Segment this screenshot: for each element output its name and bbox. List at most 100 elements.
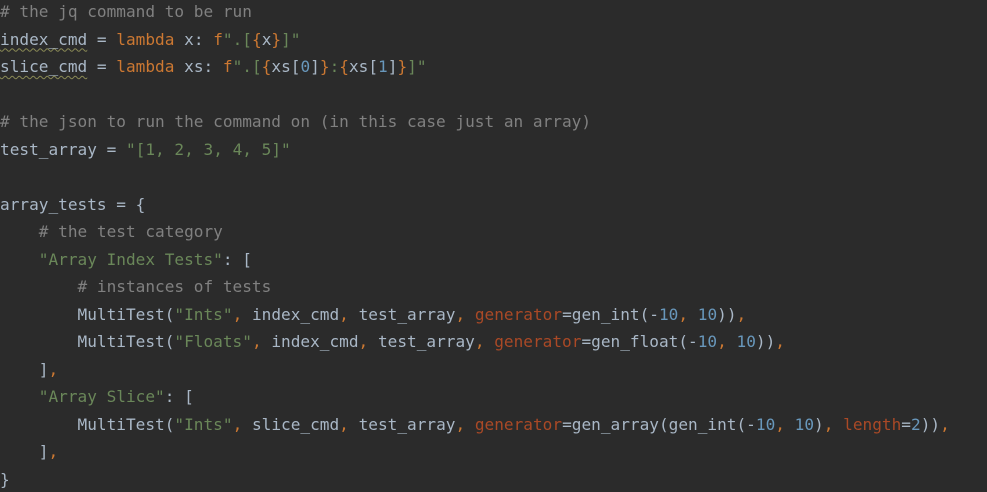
- code-token: }: [0, 469, 10, 489]
- code-line[interactable]: slice_cmd = lambda xs: f".[{xs[0]}:{xs[1…: [0, 53, 427, 81]
- code-token: "Array Slice": [38, 387, 165, 406]
- code-line[interactable]: array_tests = {: [0, 191, 145, 219]
- code-line[interactable]: ],: [0, 438, 58, 466]
- code-token: ,: [48, 359, 59, 379]
- code-token: generator: [494, 332, 582, 351]
- code-token: ,: [339, 304, 359, 324]
- code-editor[interactable]: # the jq command to be run index_cmd = la…: [0, 0, 987, 492]
- code-token: lambda: [116, 57, 175, 76]
- code-token: index_cmd: [251, 304, 340, 324]
- code-token: ".[: [222, 29, 252, 49]
- code-token: x: [261, 29, 272, 49]
- code-token: index_cmd: [0, 29, 88, 49]
- code-token: ,: [251, 332, 272, 351]
- code-token: {: [339, 57, 349, 76]
- code-token: ,: [775, 414, 795, 434]
- code-token: )): [755, 332, 776, 351]
- code-line[interactable]: ],: [0, 356, 58, 384]
- code-line[interactable]: MultiTest("Ints", slice_cmd, test_array,…: [0, 411, 950, 439]
- code-token: 0: [300, 57, 311, 76]
- code-token: =gen_int(-: [562, 304, 659, 324]
- code-token: =gen_float(-: [581, 332, 698, 351]
- code-line[interactable]: "Array Slice": [: [0, 383, 194, 411]
- code-token: test_array: [358, 414, 456, 434]
- code-token: ,: [717, 332, 737, 351]
- code-token: ,: [775, 332, 785, 351]
- code-token: ,: [455, 304, 475, 324]
- code-token: # instances of tests: [0, 277, 272, 296]
- code-token: 1: [378, 57, 388, 76]
- code-line[interactable]: # the jq command to be run: [0, 0, 252, 26]
- code-token: "Floats": [174, 332, 252, 351]
- code-token: length: [843, 414, 902, 434]
- code-token: # the jq command to be run: [0, 2, 252, 21]
- code-line[interactable]: }: [0, 466, 10, 492]
- code-token: ]: [0, 442, 49, 461]
- code-token: MultiTest(: [0, 414, 175, 434]
- code-token: : [: [222, 249, 252, 269]
- code-line[interactable]: "Array Index Tests": [: [0, 246, 252, 274]
- code-token: test_array: [0, 139, 97, 159]
- code-token: x:: [174, 29, 214, 49]
- code-token: = {: [106, 194, 146, 214]
- code-token: generator: [474, 414, 563, 434]
- code-token: =: [87, 29, 117, 49]
- code-token: f: [222, 57, 233, 76]
- code-line[interactable]: # instances of tests: [0, 273, 272, 301]
- code-token: ]: [0, 359, 49, 379]
- code-line[interactable]: # the json to run the command on (in thi…: [0, 108, 591, 136]
- code-token: ,: [232, 304, 252, 324]
- code-token: {: [251, 29, 262, 49]
- code-token: ,: [474, 332, 495, 351]
- code-token: test_array: [377, 332, 475, 351]
- code-token: }: [397, 57, 408, 76]
- code-token: slice_cmd: [251, 414, 340, 434]
- code-line[interactable]: MultiTest("Ints", index_cmd, test_array,…: [0, 301, 747, 329]
- code-token: array_tests: [0, 194, 107, 214]
- code-token: {: [261, 57, 272, 76]
- code-token: MultiTest(: [0, 332, 175, 351]
- code-token: 10: [794, 414, 815, 434]
- code-token: xs[: [348, 57, 379, 76]
- code-token: MultiTest(: [0, 304, 175, 324]
- code-line[interactable]: index_cmd = lambda x: f".[{x}]": [0, 26, 300, 54]
- code-token: ,: [358, 332, 378, 351]
- code-token: =: [901, 414, 911, 434]
- code-token: index_cmd: [271, 332, 359, 351]
- code-token: test_array: [358, 304, 456, 324]
- code-token: "[1, 2, 3, 4, 5]": [125, 139, 291, 159]
- code-token: ]": [281, 29, 301, 49]
- code-token: 10: [736, 332, 756, 351]
- code-token: # the test category: [0, 222, 223, 241]
- code-token: "Array Index Tests": [38, 249, 223, 269]
- code-token: ,: [736, 304, 747, 324]
- code-token: slice_cmd: [0, 57, 88, 76]
- code-token: f: [213, 29, 223, 49]
- code-line[interactable]: MultiTest("Floats", index_cmd, test_arra…: [0, 328, 786, 356]
- code-token: generator: [474, 304, 563, 324]
- code-token: ,: [232, 414, 252, 434]
- code-token: :: [329, 57, 340, 76]
- code-token: )): [920, 414, 941, 434]
- code-token: ,: [940, 414, 950, 434]
- code-token: ]: [310, 57, 320, 76]
- code-token: ): [814, 414, 824, 434]
- code-token: xs[: [271, 57, 301, 76]
- code-token: ,: [678, 304, 698, 324]
- code-token: }: [319, 57, 330, 76]
- code-token: "Ints": [174, 304, 233, 324]
- code-token: ,: [339, 414, 359, 434]
- code-token: 10: [697, 304, 718, 324]
- code-token: ]": [407, 57, 427, 76]
- code-token: =: [96, 139, 126, 159]
- code-token: =gen_array(gen_int(-: [562, 414, 756, 434]
- code-token: xs:: [174, 57, 223, 76]
- code-line[interactable]: test_array = "[1, 2, 3, 4, 5]": [0, 136, 291, 164]
- code-token: 2: [910, 414, 921, 434]
- code-token: ]: [387, 57, 398, 76]
- code-token: # the json to run the command on (in thi…: [0, 112, 592, 131]
- code-token: 10: [658, 304, 679, 324]
- code-token: lambda: [116, 29, 175, 49]
- code-line[interactable]: # the test category: [0, 218, 223, 246]
